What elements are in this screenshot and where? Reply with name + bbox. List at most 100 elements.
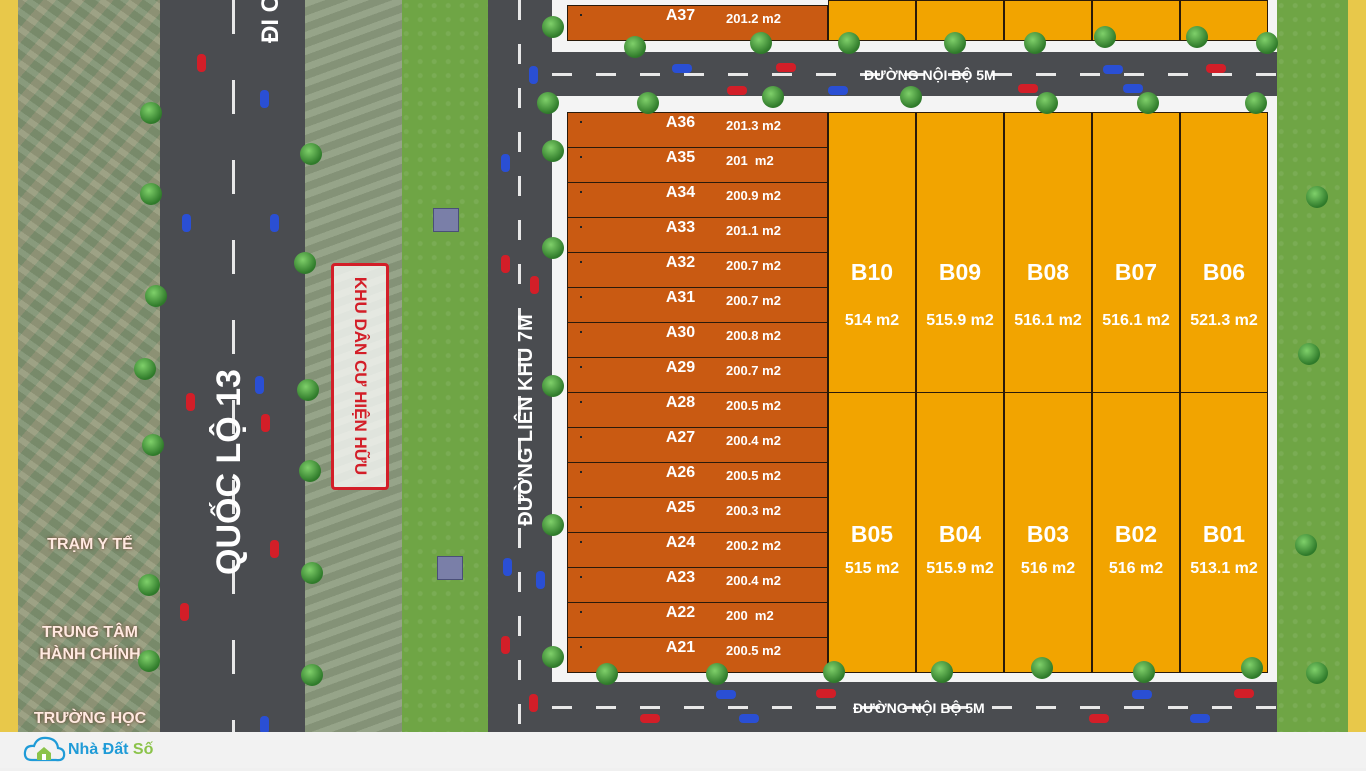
- lot-area: 516 m2: [1020, 560, 1076, 577]
- tree-icon: [944, 32, 966, 54]
- lot-b01[interactable]: B01 513.1 m2: [1180, 392, 1268, 673]
- lot-a33[interactable]: A33 201.1 m2: [567, 217, 828, 253]
- car-icon: [1018, 84, 1038, 93]
- lot-a24[interactable]: A24 200.2 m2: [567, 532, 828, 568]
- residential-label-box: KHU DÂN CƯ HIỆN HỮU: [331, 263, 389, 490]
- lot-a34[interactable]: A34 200.9 m2: [567, 182, 828, 218]
- lot-b07[interactable]: B07 516.1 m2: [1092, 112, 1180, 393]
- lot-b08[interactable]: B08 516.1 m2: [1004, 112, 1092, 393]
- lot-code: B06: [1202, 259, 1246, 285]
- highway-label: QUỐC LỘ 13: [210, 369, 248, 575]
- tree-icon: [134, 358, 156, 380]
- lot-area: 200.4 m2: [726, 573, 781, 588]
- lot-area: 200.5 m2: [726, 643, 781, 658]
- logo-text-accent: Số: [132, 741, 154, 758]
- car-icon: [1206, 64, 1226, 73]
- lot-a32[interactable]: A32 200.7 m2: [567, 252, 828, 288]
- highway-center-dashes: [232, 0, 235, 732]
- footer-bar: Nhà Đất Số: [0, 732, 1366, 768]
- lot-code: A35: [665, 149, 696, 166]
- cloud-house-icon[interactable]: [22, 734, 66, 766]
- lot-area: 513.1 m2: [1190, 560, 1258, 577]
- lot-code: B10: [850, 259, 894, 285]
- lot-area: 516.1 m2: [1014, 312, 1082, 329]
- car-icon: [261, 414, 270, 432]
- tree-icon: [706, 663, 728, 685]
- lot-b09[interactable]: B09 515.9 m2: [916, 112, 1004, 393]
- car-icon: [501, 255, 510, 273]
- car-icon: [503, 558, 512, 576]
- tree-icon: [1245, 92, 1267, 114]
- lot-a36[interactable]: A36 201.3 m2: [567, 112, 828, 148]
- tree-icon: [299, 460, 321, 482]
- lot-area: 200.3 m2: [726, 503, 781, 518]
- tree-icon: [624, 36, 646, 58]
- tree-icon: [1306, 186, 1328, 208]
- lot-b04[interactable]: B04 515.9 m2: [916, 392, 1004, 673]
- internal-road-bottom-label: ĐƯỜNG NỘI BỘ 5M: [853, 700, 985, 716]
- lot-b03[interactable]: B03 516 m2: [1004, 392, 1092, 673]
- tree-icon: [537, 92, 559, 114]
- tree-icon: [750, 32, 772, 54]
- lot-code: A25: [665, 499, 696, 516]
- lot-area: 200.7 m2: [726, 258, 781, 273]
- lot-area: 200.5 m2: [726, 468, 781, 483]
- lot-a31[interactable]: A31 200.7 m2: [567, 287, 828, 323]
- tree-icon: [140, 102, 162, 124]
- car-icon: [640, 714, 660, 723]
- tree-icon: [1133, 661, 1155, 683]
- tree-icon: [142, 434, 164, 456]
- car-icon: [260, 716, 269, 732]
- tree-icon: [900, 86, 922, 108]
- lot-code: A26: [665, 464, 696, 481]
- footer-logo-text[interactable]: Nhà Đất Số: [68, 741, 153, 759]
- tree-icon: [838, 32, 860, 54]
- logo-text-main: Nhà Đất: [68, 741, 133, 758]
- car-icon: [530, 276, 539, 294]
- lot-a28[interactable]: A28 200.5 m2: [567, 392, 828, 428]
- lot-b-partial[interactable]: [1004, 0, 1092, 41]
- shelter-hut: [437, 556, 463, 580]
- car-icon: [501, 636, 510, 654]
- lot-a37[interactable]: A37 201.2 m2: [567, 5, 828, 41]
- lot-code: A36: [665, 114, 696, 131]
- lot-area: 201 m2: [726, 153, 774, 168]
- site-plan-map: TRẠM Y TẾ TRUNG TÂM HÀNH CHÍNH TRƯỜNG HỌ…: [0, 0, 1366, 732]
- car-icon: [536, 571, 545, 589]
- lot-a29[interactable]: A29 200.7 m2: [567, 357, 828, 393]
- lot-b10[interactable]: B10 514 m2: [828, 112, 916, 393]
- car-icon: [180, 603, 189, 621]
- lot-code: A21: [665, 639, 696, 656]
- lot-a30[interactable]: A30 200.8 m2: [567, 322, 828, 358]
- car-icon: [716, 690, 736, 699]
- lot-area: 200.8 m2: [726, 328, 781, 343]
- lot-a35[interactable]: A35 201 m2: [567, 147, 828, 183]
- tree-icon: [1186, 26, 1208, 48]
- city-label-school: TRƯỜNG HỌC: [33, 710, 147, 727]
- tree-icon: [637, 92, 659, 114]
- lot-b06[interactable]: B06 521.3 m2: [1180, 112, 1268, 393]
- lot-a23[interactable]: A23 200.4 m2: [567, 567, 828, 603]
- lot-a27[interactable]: A27 200.4 m2: [567, 427, 828, 463]
- lot-code: B08: [1026, 259, 1070, 285]
- tree-icon: [596, 663, 618, 685]
- lot-a25[interactable]: A25 200.3 m2: [567, 497, 828, 533]
- lot-a26[interactable]: A26 200.5 m2: [567, 462, 828, 498]
- car-icon: [828, 86, 848, 95]
- lot-area: 200.7 m2: [726, 293, 781, 308]
- lot-code: A28: [665, 394, 696, 411]
- lot-b05[interactable]: B05 515 m2: [828, 392, 916, 673]
- city-label-health-station: TRẠM Y TẾ: [47, 536, 133, 553]
- car-icon: [1123, 84, 1143, 93]
- car-icon: [1103, 65, 1123, 74]
- car-icon: [1132, 690, 1152, 699]
- lot-a22[interactable]: A22 200 m2: [567, 602, 828, 638]
- tree-icon: [1031, 657, 1053, 679]
- tree-icon: [823, 661, 845, 683]
- car-icon: [270, 214, 279, 232]
- car-icon: [776, 63, 796, 72]
- lot-area: 514 m2: [844, 312, 900, 329]
- car-icon: [1190, 714, 1210, 723]
- lot-b02[interactable]: B02 516 m2: [1092, 392, 1180, 673]
- tree-icon: [301, 562, 323, 584]
